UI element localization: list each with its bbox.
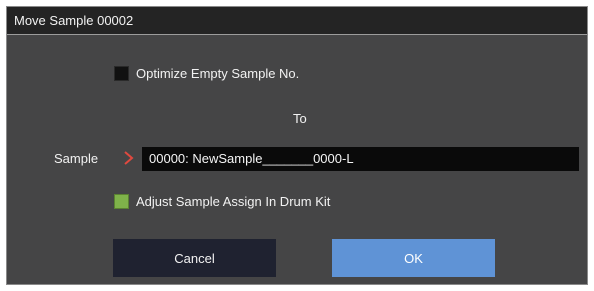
optimize-empty-sample-checkbox[interactable] (114, 66, 129, 81)
optimize-empty-sample-label[interactable]: Optimize Empty Sample No. (136, 66, 299, 81)
dialog-title: Move Sample 00002 (14, 13, 134, 28)
ok-button[interactable]: OK (332, 239, 495, 277)
adjust-drum-kit-checkbox[interactable] (114, 194, 129, 209)
dialog-titlebar: Move Sample 00002 (7, 7, 587, 35)
chevron-right-icon (124, 151, 134, 165)
sample-label: Sample (54, 151, 99, 166)
to-label: To (293, 111, 307, 126)
sample-select-field[interactable]: 00000: NewSample_______0000-L (142, 147, 579, 171)
move-sample-dialog: Move Sample 00002 Optimize Empty Sample … (6, 6, 588, 285)
adjust-drum-kit-label[interactable]: Adjust Sample Assign In Drum Kit (136, 194, 330, 209)
cancel-button[interactable]: Cancel (113, 239, 276, 277)
